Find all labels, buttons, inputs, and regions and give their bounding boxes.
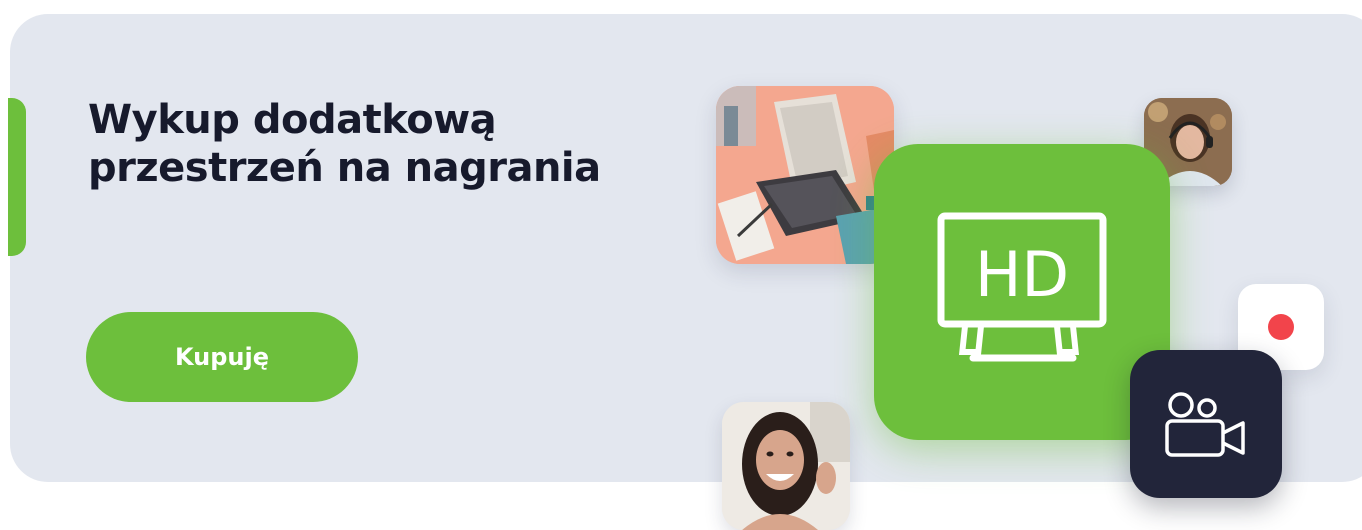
hd-tile: HD <box>874 144 1170 440</box>
desk-laptop-photo <box>716 86 894 264</box>
video-camera-icon <box>1165 392 1245 457</box>
promo-headline: Wykup dodatkową przestrzeń na nagrania <box>88 97 601 191</box>
smiling-woman-illustration <box>722 402 850 530</box>
record-dot-icon <box>1268 314 1294 340</box>
accent-bar <box>8 98 26 256</box>
hd-label: HD <box>975 238 1069 311</box>
hd-monitor-icon: HD <box>937 212 1107 362</box>
desk-laptop-illustration <box>716 86 894 264</box>
video-camera-tile <box>1130 350 1282 498</box>
smiling-woman-waving-photo <box>722 402 850 530</box>
buy-button[interactable]: Kupuję <box>86 312 358 402</box>
